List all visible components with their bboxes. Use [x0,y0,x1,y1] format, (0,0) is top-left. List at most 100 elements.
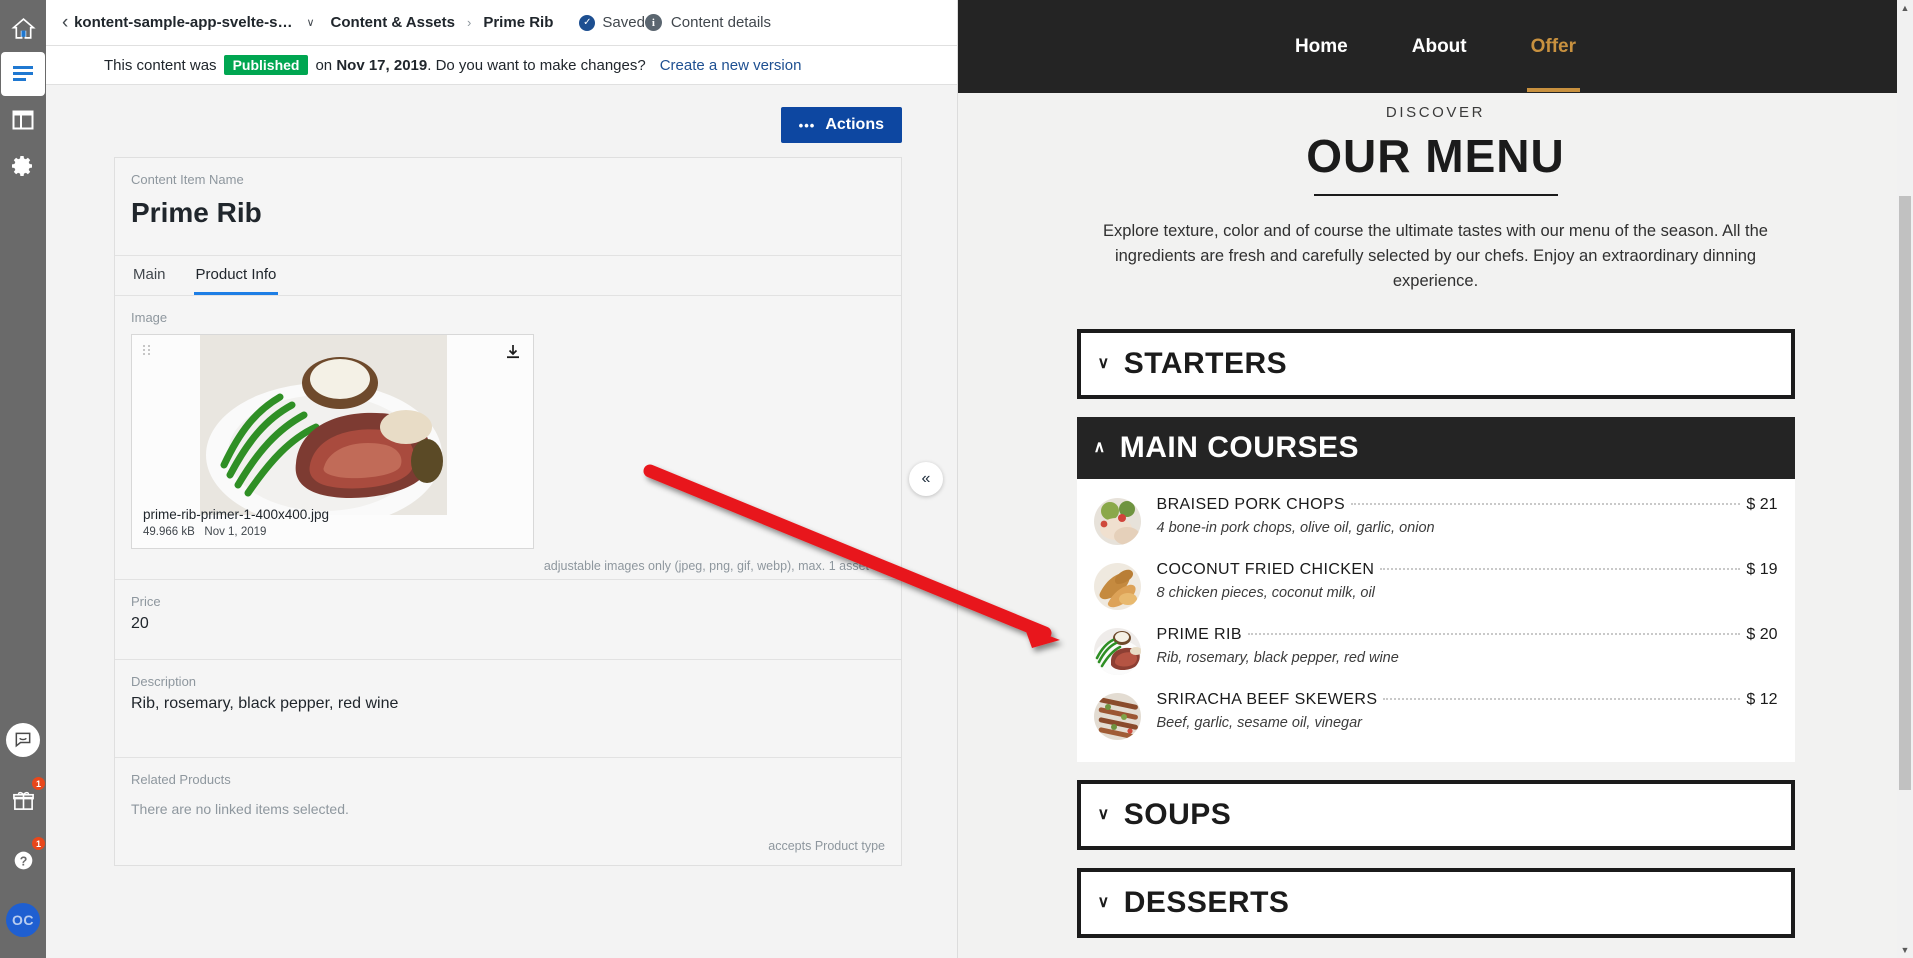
description-label: Description [131,674,197,689]
field-image: Image prime-rib-primer-1-400x400.jpg 49.… [115,296,901,580]
asset-thumbnail [200,335,447,515]
site-nav: Home About Offer [958,0,1913,93]
price-value[interactable]: 20 [131,615,885,633]
tab-product-info[interactable]: Product Info [193,256,279,295]
menu-item-name: PRIME RIB [1156,626,1242,644]
collapse-preview-button[interactable]: « [909,462,943,496]
panel-divider [957,0,958,958]
sidebar-item-content-model[interactable] [1,98,45,142]
field-content-item-name: Content Item Name Prime Rib [115,158,901,256]
whats-new-button[interactable]: 1 [1,776,46,822]
menu-item-price: $ 21 [1746,496,1778,514]
menu-item-name: SRIRACHA BEEF SKEWERS [1156,691,1378,709]
section-title-starters: STARTERS [1123,347,1288,381]
menu-item[interactable]: PRIME RIB $ 20 Rib, rosemary, black pepp… [1093,618,1778,683]
content-details-button[interactable]: i Content details [644,14,941,31]
related-products-label: Related Products [131,772,231,787]
section-header-soups[interactable]: ∨ SOUPS [1076,780,1795,851]
section-header-main-courses[interactable]: ∧ MAIN COURSES [1076,417,1795,480]
image-field-hint: adjustable images only (jpeg, png, gif, … [543,559,869,573]
scrollbar-down-arrow[interactable]: ▼ [1897,942,1913,958]
leader-dots [1383,698,1741,701]
section-header-starters[interactable]: ∨ STARTERS [1076,329,1795,400]
project-name[interactable]: kontent-sample-app-svelte-s… [74,14,292,31]
nav-link-about[interactable]: About [1406,2,1473,92]
menu-section-desserts: ∨ DESSERTS [1076,868,1795,939]
gift-icon [12,791,34,810]
breadcrumb-root[interactable]: Content & Assets [331,14,455,31]
preview-scrollbar[interactable]: ▲ ▼ [1897,0,1913,958]
menu-item[interactable]: BRAISED PORK CHOPS $ 21 4 bone-in pork c… [1093,488,1778,553]
menu-item-top: SRIRACHA BEEF SKEWERS $ 12 [1157,691,1778,709]
messenger-button[interactable] [1,718,45,762]
screen-root: 1 ? 1 OC ‹ kontent-sample-app-svelte-s… … [0,0,1913,958]
prime-rib-thumb [1093,628,1141,676]
description-value[interactable]: Rib, rosemary, black pepper, red wine [131,695,885,713]
breadcrumb-current[interactable]: Prime Rib [483,14,553,31]
publish-question: . Do you want to make changes? [427,56,646,74]
actions-row: ••• Actions [46,85,957,143]
nav-link-offer[interactable]: Offer [1525,2,1582,92]
asset-filename: prime-rib-primer-1-400x400.jpg [143,507,330,522]
asset-tile[interactable]: prime-rib-primer-1-400x400.jpg 49.966 kB… [131,334,534,549]
scrollbar-thumb[interactable] [1899,196,1911,790]
create-new-version-link[interactable]: Create a new version [660,57,802,74]
actions-button[interactable]: ••• Actions [780,107,902,143]
menu-section-soups: ∨ SOUPS [1076,780,1795,851]
asset-size: 49.966 kB [143,526,195,538]
section-title-soups: SOUPS [1123,798,1232,832]
back-button[interactable]: ‹ [62,13,74,32]
user-avatar-button[interactable]: OC [1,898,45,942]
asset-date: Nov 1, 2019 [204,526,267,538]
sidebar-item-home[interactable] [1,6,45,50]
section-header-desserts[interactable]: ∨ DESSERTS [1076,868,1795,939]
section-body-main-courses: BRAISED PORK CHOPS $ 21 4 bone-in pork c… [1076,479,1795,763]
content-item-name-label: Content Item Name [131,172,244,187]
related-products-empty: There are no linked items selected. [131,801,349,817]
menu-item-name: COCONUT FRIED CHICKEN [1156,561,1375,579]
help-badge: 1 [31,836,46,851]
chevron-up-icon: ∧ [1093,439,1106,457]
menu-item-top: BRAISED PORK CHOPS $ 21 [1157,496,1778,514]
chat-icon [6,723,40,757]
menu-item-price: $ 19 [1746,561,1778,579]
page-intro: Explore texture, color and of course the… [1103,222,1768,290]
beef-skewers-thumb [1093,693,1141,741]
field-related-products: Related Products There are no linked ite… [115,758,901,865]
saved-label: Saved [602,14,645,31]
drag-handle-icon[interactable] [143,345,152,355]
chevron-down-icon: ∨ [1097,894,1110,912]
menu-item-body: PRIME RIB $ 20 Rib, rosemary, black pepp… [1157,626,1778,666]
rail-top-group [1,0,45,188]
sidebar-item-content[interactable] [1,52,45,96]
content-item-name-value[interactable]: Prime Rib [131,193,885,239]
tab-main[interactable]: Main [131,256,168,295]
menu-item-body: SRIRACHA BEEF SKEWERS $ 12 Beef, garlic,… [1157,691,1778,731]
menu-sections: ∨ STARTERS ∧ MAIN COURSES BRAISED PORK C… [1076,329,1795,939]
chevron-down-icon[interactable]: ∨ [306,16,314,29]
editor-tabs: Main Product Info [115,256,901,296]
home-icon [10,17,36,39]
menu-item-top: COCONUT FRIED CHICKEN $ 19 [1157,561,1778,579]
asset-size-date: 49.966 kB Nov 1, 2019 [143,526,329,538]
menu-item-top: PRIME RIB $ 20 [1157,626,1778,644]
menu-item[interactable]: SRIRACHA BEEF SKEWERS $ 12 Beef, garlic,… [1093,683,1778,748]
menu-item-body: COCONUT FRIED CHICKEN $ 19 8 chicken pie… [1157,561,1778,601]
nav-link-home[interactable]: Home [1289,2,1354,92]
whats-new-badge: 1 [31,776,46,791]
menu-item[interactable]: COCONUT FRIED CHICKEN $ 19 8 chicken pie… [1093,553,1778,618]
chevron-down-icon: ∨ [1097,355,1110,373]
help-button[interactable]: ? 1 [1,836,46,882]
image-field-label: Image [131,310,168,325]
menu-item-price: $ 12 [1746,691,1778,709]
breadcrumb-separator: › [467,15,472,30]
layout-icon [12,110,34,130]
leader-dots [1351,503,1741,506]
page-title: OUR MENU [1306,130,1565,182]
sidebar-item-settings[interactable] [1,144,45,188]
scrollbar-up-arrow[interactable]: ▲ [1897,0,1913,16]
download-icon[interactable] [505,344,521,360]
section-title-desserts: DESSERTS [1123,886,1290,920]
title-rule [1313,192,1558,196]
menu-item-desc: 8 chicken pieces, coconut milk, oil [1156,585,1375,602]
